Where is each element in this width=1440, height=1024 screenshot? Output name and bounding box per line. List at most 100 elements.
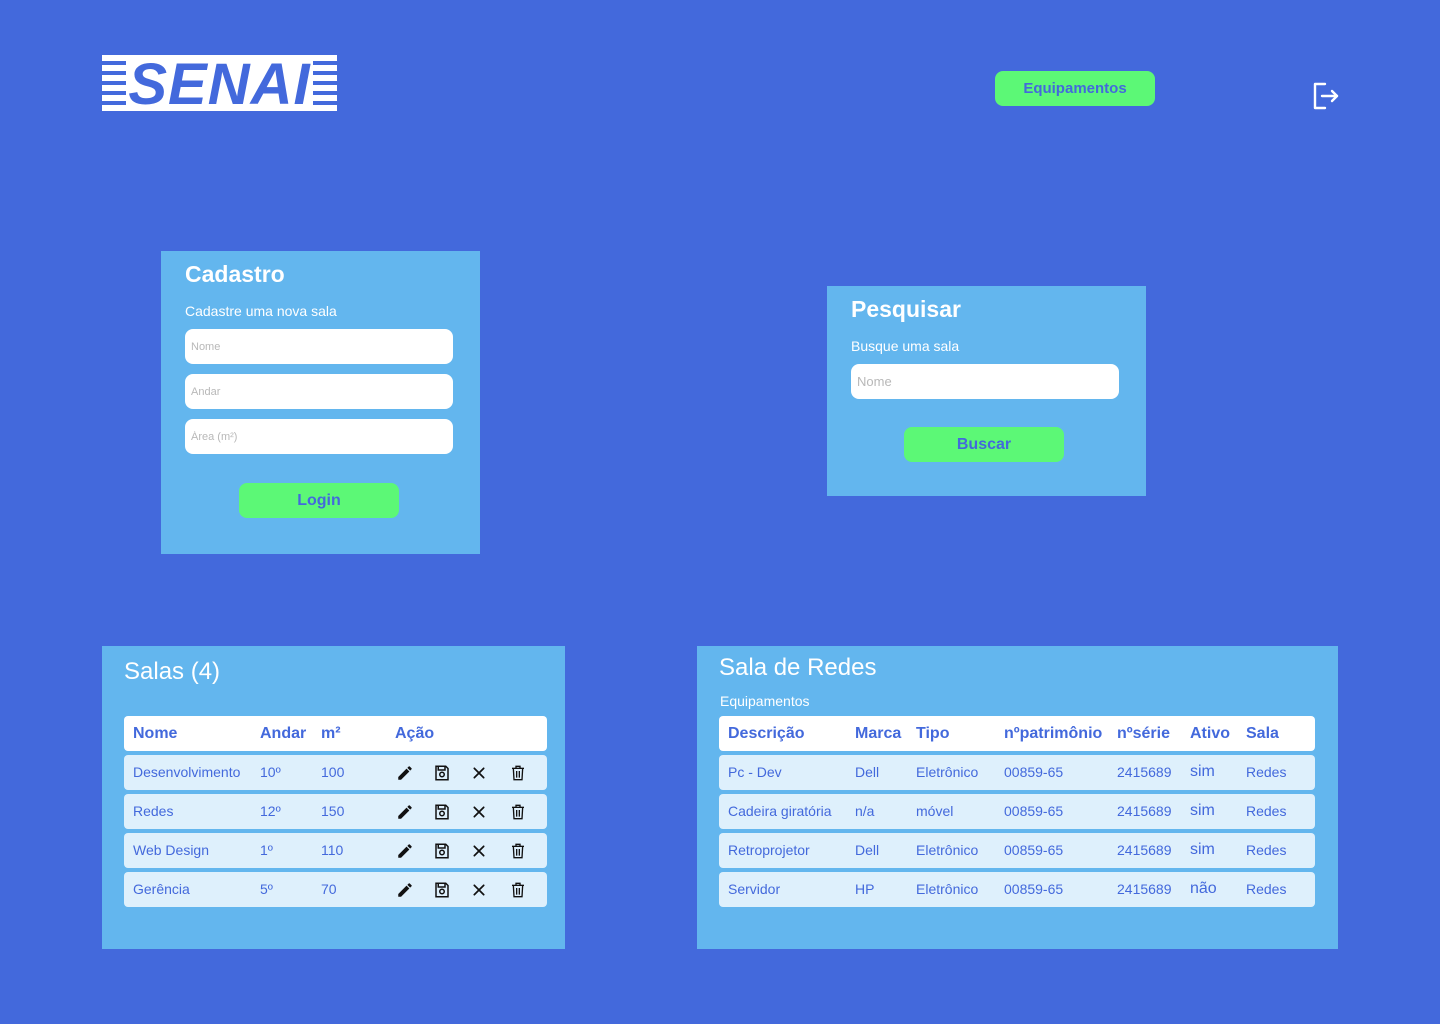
delete-button[interactable] <box>507 801 529 823</box>
nome-input[interactable] <box>185 329 453 364</box>
column-header: Descrição <box>728 725 805 742</box>
edit-button[interactable] <box>394 762 416 784</box>
sala-andar: 1º <box>260 842 273 858</box>
equip-serie: 2415689 <box>1117 842 1172 858</box>
trash-icon <box>512 843 524 859</box>
save-icon <box>435 882 449 898</box>
delete-button[interactable] <box>507 879 529 901</box>
column-header: Nome <box>133 725 178 742</box>
equip-marca: Dell <box>855 842 880 858</box>
equip-descricao: Servidor <box>728 881 781 897</box>
save-button[interactable] <box>431 762 453 784</box>
table-row: Pc - Dev Dell Eletrônico 00859-65 241568… <box>719 755 1315 790</box>
equip-sala: Redes <box>1246 803 1287 819</box>
close-icon <box>473 845 485 857</box>
column-header: Tipo <box>916 725 950 742</box>
equip-patrimonio: 00859-65 <box>1004 842 1064 858</box>
delete-button[interactable] <box>507 762 529 784</box>
cadastro-subtitle: Cadastre uma nova sala <box>185 303 337 319</box>
sala-nome: Web Design <box>133 842 210 858</box>
sala-area: 150 <box>321 803 345 819</box>
edit-button[interactable] <box>394 801 416 823</box>
close-icon <box>473 767 485 779</box>
save-icon <box>435 804 449 820</box>
pencil-icon <box>398 883 412 897</box>
save-button[interactable] <box>431 801 453 823</box>
table-row: Redes 12º 150 <box>124 794 547 829</box>
cancel-button[interactable] <box>468 840 490 862</box>
equip-descricao: Retroprojetor <box>728 842 810 858</box>
logo-wordmark: SENAI <box>102 55 337 115</box>
close-icon <box>473 884 485 896</box>
equip-marca: Dell <box>855 764 880 780</box>
senai-logo: SENAI <box>102 55 337 115</box>
equip-descricao: Cadeira giratória <box>728 803 832 819</box>
save-icon <box>435 765 449 781</box>
column-header: Andar <box>260 725 307 742</box>
pencil-icon <box>398 844 412 858</box>
edit-button[interactable] <box>394 879 416 901</box>
sala-andar: 10º <box>260 764 281 780</box>
delete-button[interactable] <box>507 840 529 862</box>
table-row: Retroprojetor Dell Eletrônico 00859-65 2… <box>719 833 1315 868</box>
cancel-button[interactable] <box>468 801 490 823</box>
salas-card: Salas (4) Nome Andar m² Ação Desenvolvim… <box>102 646 565 949</box>
logo-text: SENAI <box>126 55 313 115</box>
sala-area: 100 <box>321 764 345 780</box>
equip-serie: 2415689 <box>1117 803 1172 819</box>
equip-serie: 2415689 <box>1117 764 1172 780</box>
equip-sala: Redes <box>1246 842 1287 858</box>
equip-patrimonio: 00859-65 <box>1004 881 1064 897</box>
equip-tipo: móvel <box>916 803 954 819</box>
pesquisar-card: Pesquisar Busque uma sala Buscar <box>827 286 1146 496</box>
column-header: Ação <box>395 725 435 742</box>
cadastro-card: Cadastro Cadastre uma nova sala Login <box>161 251 480 554</box>
equip-ativo: sim <box>1190 841 1215 858</box>
column-header: Marca <box>855 725 902 742</box>
buscar-button[interactable]: Buscar <box>904 427 1064 462</box>
logout-button[interactable] <box>1310 80 1342 112</box>
andar-input[interactable] <box>185 374 453 409</box>
sala-area: 110 <box>321 842 344 858</box>
pencil-icon <box>398 766 412 780</box>
trash-icon <box>512 765 524 781</box>
sala-nome: Redes <box>133 803 174 819</box>
salas-table-header: Nome Andar m² Ação <box>124 716 547 751</box>
equip-sala: Redes <box>1246 881 1287 897</box>
save-button[interactable] <box>431 879 453 901</box>
sala-nome: Gerência <box>133 881 190 897</box>
column-header: Sala <box>1246 725 1279 742</box>
table-row: Cadeira giratória n/a móvel 00859-65 241… <box>719 794 1315 829</box>
column-header: m² <box>321 725 341 742</box>
logout-icon <box>1313 82 1339 110</box>
area-input[interactable] <box>185 419 453 454</box>
equip-patrimonio: 00859-65 <box>1004 803 1064 819</box>
equip-descricao: Pc - Dev <box>728 764 782 780</box>
equip-sala: Redes <box>1246 764 1287 780</box>
column-header: nºsérie <box>1117 725 1170 742</box>
pesquisar-title: Pesquisar <box>851 296 961 322</box>
edit-button[interactable] <box>394 840 416 862</box>
column-header: Ativo <box>1190 725 1230 742</box>
sala-nome: Desenvolvimento <box>133 764 241 780</box>
equipamentos-nav-button[interactable]: Equipamentos <box>995 71 1155 106</box>
sala-andar: 12º <box>260 803 281 819</box>
trash-icon <box>512 804 524 820</box>
equip-tipo: Eletrônico <box>916 764 979 780</box>
equip-serie: 2415689 <box>1117 881 1172 897</box>
save-button[interactable] <box>431 840 453 862</box>
cancel-button[interactable] <box>468 879 490 901</box>
table-row: Gerência 5º 70 <box>124 872 547 907</box>
sala-redes-subtitle: Equipamentos <box>720 693 810 709</box>
cancel-button[interactable] <box>468 762 490 784</box>
cadastro-title: Cadastro <box>185 261 285 287</box>
table-row: Web Design 1º 110 <box>124 833 547 868</box>
equip-ativo: sim <box>1190 763 1215 780</box>
search-input[interactable] <box>851 364 1119 399</box>
table-row: Servidor HP Eletrônico 00859-65 2415689 … <box>719 872 1315 907</box>
cadastro-submit-button[interactable]: Login <box>239 483 399 518</box>
pesquisar-subtitle: Busque uma sala <box>851 338 960 354</box>
table-row: Desenvolvimento 10º 100 <box>124 755 547 790</box>
column-header: nºpatrimônio <box>1004 725 1103 742</box>
equip-marca: HP <box>855 881 875 897</box>
